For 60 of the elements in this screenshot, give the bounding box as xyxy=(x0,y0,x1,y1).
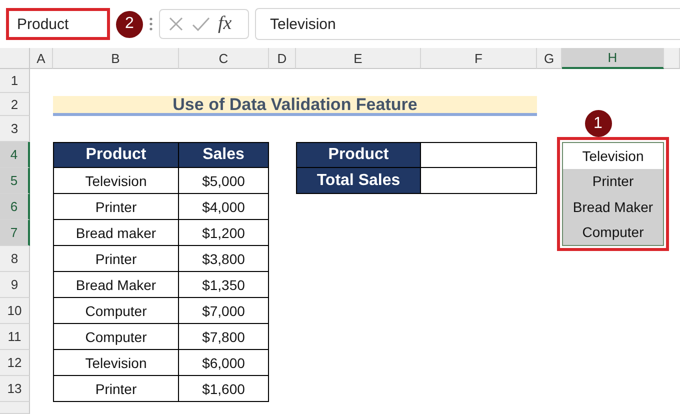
lookup-label: Product xyxy=(296,142,421,168)
column-header[interactable]: C xyxy=(179,48,269,69)
column-header[interactable]: D xyxy=(269,48,296,69)
dropdown-option[interactable]: Computer xyxy=(563,220,663,245)
row-header[interactable]: 6 xyxy=(0,194,30,220)
table-cell: Bread Maker xyxy=(53,272,179,298)
row-header[interactable]: 9 xyxy=(0,272,30,298)
row-header[interactable]: 5 xyxy=(0,168,30,194)
table-cell: $1,600 xyxy=(179,376,269,402)
row-header[interactable] xyxy=(0,402,30,414)
sheet-title: Use of Data Validation Feature xyxy=(53,96,537,116)
step-badge: 1 xyxy=(584,110,612,137)
column-header[interactable]: B xyxy=(53,48,179,69)
row-header[interactable]: 13 xyxy=(0,376,30,402)
table-cell: $1,350 xyxy=(179,272,269,298)
row-header[interactable]: 11 xyxy=(0,324,30,350)
column-header[interactable]: E xyxy=(296,48,421,69)
formula-field[interactable]: Television xyxy=(255,8,680,40)
table-cell: $1,200 xyxy=(179,220,269,246)
table-cell: Bread maker xyxy=(53,220,179,246)
select-all-corner[interactable] xyxy=(0,48,30,69)
table-cell: $4,000 xyxy=(179,194,269,220)
row-header[interactable]: 7 xyxy=(0,220,30,246)
insert-function-button[interactable]: fx xyxy=(218,13,232,35)
table-cell: $5,000 xyxy=(179,168,269,194)
drag-handle-icon[interactable] xyxy=(149,17,153,31)
row-header[interactable]: 10 xyxy=(0,298,30,324)
table-header: Product xyxy=(53,142,179,168)
table-cell: Television xyxy=(53,350,179,376)
table-cell: $7,800 xyxy=(179,324,269,350)
table-cell: Printer xyxy=(53,376,179,402)
lookup-label: Total Sales xyxy=(296,168,421,194)
column-header[interactable]: G xyxy=(537,48,562,69)
row-header[interactable]: 4 xyxy=(0,142,30,168)
table-cell: $7,000 xyxy=(179,298,269,324)
dropdown-option[interactable]: Printer xyxy=(563,168,663,194)
table-cell: $3,800 xyxy=(179,246,269,272)
table-cell: Television xyxy=(53,168,179,194)
cancel-icon[interactable] xyxy=(168,16,184,32)
column-header[interactable] xyxy=(664,48,680,69)
table-cell: Printer xyxy=(53,194,179,220)
input-cell[interactable] xyxy=(421,168,537,194)
table-cell: Printer xyxy=(53,246,179,272)
dropdown-option[interactable]: Bread Maker xyxy=(563,194,663,220)
input-cell[interactable] xyxy=(421,142,537,168)
name-box[interactable]: Product xyxy=(6,8,110,40)
row-header[interactable]: 2 xyxy=(0,93,30,116)
row-header[interactable]: 1 xyxy=(0,69,30,93)
table-cell: Computer xyxy=(53,324,179,350)
row-header[interactable]: 12 xyxy=(0,350,30,376)
column-header[interactable]: A xyxy=(30,48,53,69)
column-header[interactable]: F xyxy=(421,48,537,69)
checkmark-icon[interactable] xyxy=(192,16,210,32)
table-header: Sales xyxy=(179,142,269,168)
row-header[interactable]: 8 xyxy=(0,246,30,272)
column-header[interactable]: H xyxy=(562,48,664,69)
table-cell: Computer xyxy=(53,298,179,324)
step-badge: 2 xyxy=(116,10,143,38)
table-cell: $6,000 xyxy=(179,350,269,376)
row-header[interactable]: 3 xyxy=(0,116,30,142)
